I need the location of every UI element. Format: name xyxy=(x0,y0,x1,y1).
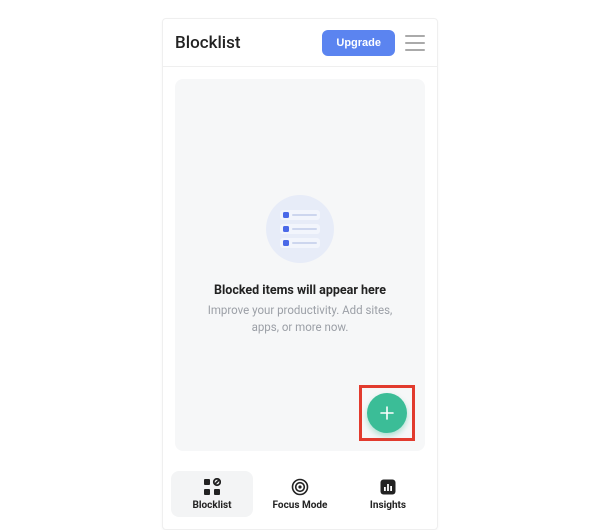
nav-label: Insights xyxy=(370,500,406,511)
bar-chart-icon xyxy=(378,477,398,497)
nav-focus-mode[interactable]: Focus Mode xyxy=(259,471,341,517)
app-frame: Blocklist Upgrade Blocked items will app… xyxy=(162,18,438,530)
bottom-nav: Blocklist Focus Mode Insigh xyxy=(163,463,437,529)
add-button[interactable] xyxy=(367,393,407,433)
nav-label: Focus Mode xyxy=(273,500,328,511)
blocklist-icon xyxy=(202,477,222,497)
empty-state-title: Blocked items will appear here xyxy=(214,283,386,298)
nav-label: Blocklist xyxy=(192,500,231,511)
menu-icon[interactable] xyxy=(405,35,425,51)
empty-state-card: Blocked items will appear here Improve y… xyxy=(175,79,425,451)
empty-state-subtitle: Improve your productivity. Add sites, ap… xyxy=(197,302,403,334)
nav-blocklist[interactable]: Blocklist xyxy=(171,471,253,517)
page-title: Blocklist xyxy=(175,33,322,53)
main-content: Blocked items will appear here Improve y… xyxy=(163,67,437,463)
nav-insights[interactable]: Insights xyxy=(347,471,429,517)
plus-icon xyxy=(379,405,395,421)
add-button-highlight xyxy=(359,385,415,441)
top-bar: Blocklist Upgrade xyxy=(163,19,437,67)
upgrade-button[interactable]: Upgrade xyxy=(322,30,395,56)
target-icon xyxy=(290,477,310,497)
blocklist-illustration-icon xyxy=(266,195,334,263)
